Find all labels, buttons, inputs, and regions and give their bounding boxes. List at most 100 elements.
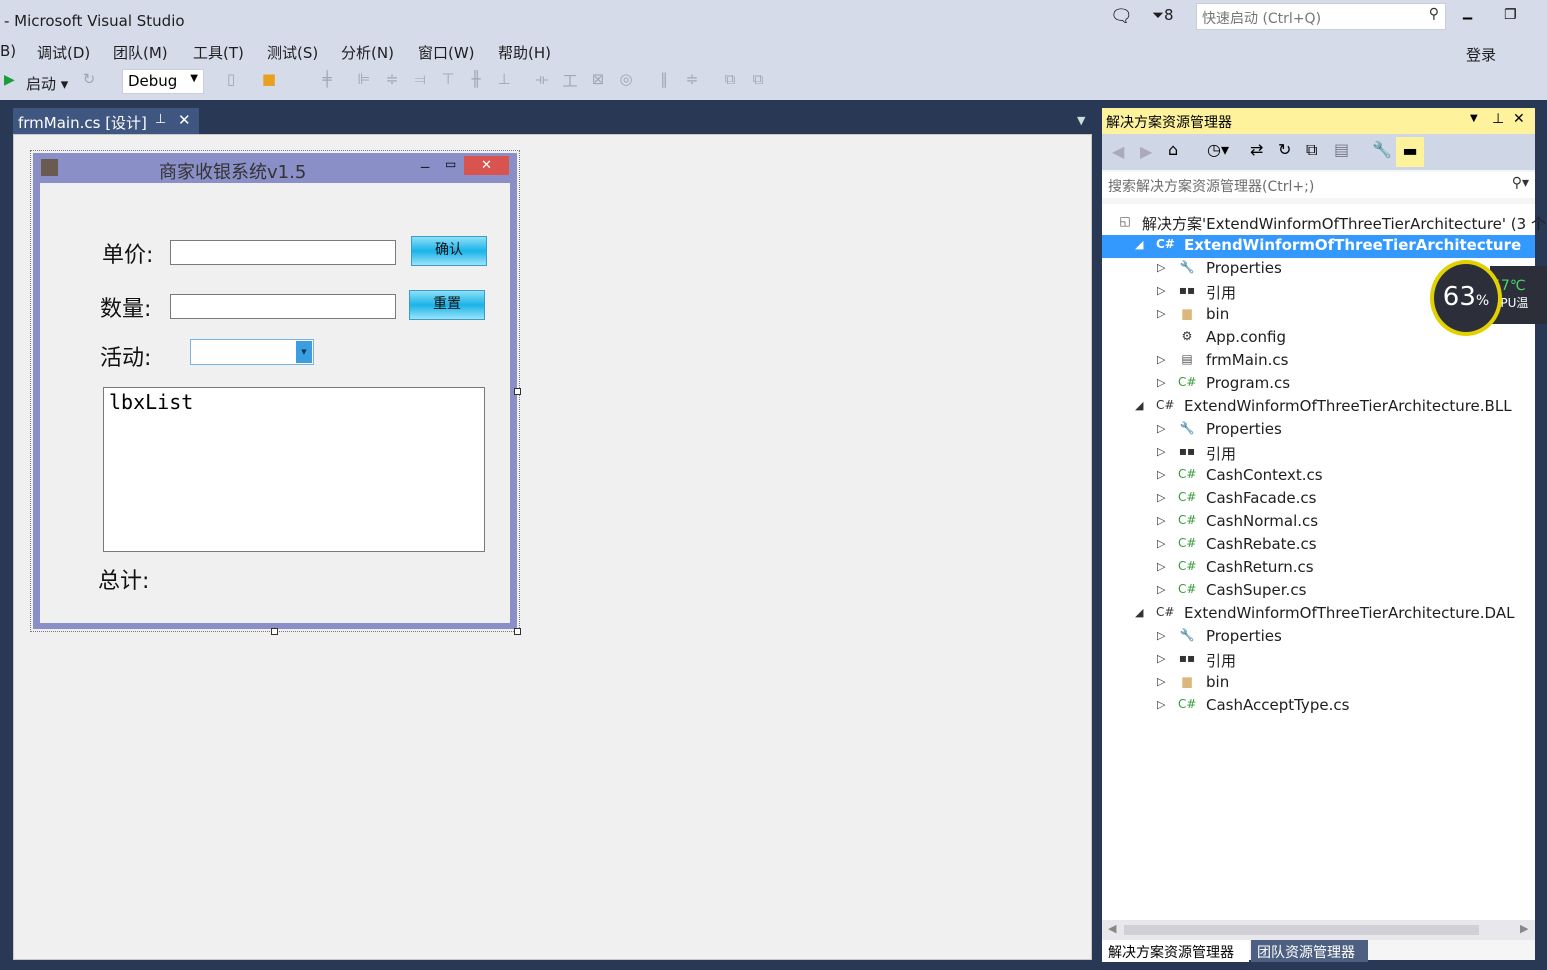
- preview-icon[interactable]: ▬: [1396, 137, 1424, 167]
- expand-icon[interactable]: ▷: [1157, 629, 1165, 642]
- collapse-icon[interactable]: ◢: [1135, 606, 1143, 619]
- collapse-icon[interactable]: ◢: [1135, 238, 1143, 251]
- horizontal-scrollbar[interactable]: ◀ ▶: [1102, 920, 1535, 940]
- tree-item[interactable]: ▷ ▪▪ 引用: [1102, 442, 1535, 465]
- tree-item[interactable]: ▷ 🔧 Properties: [1102, 419, 1535, 442]
- tab-frmmain-design[interactable]: frmMain.cs [设计] ⊥ ✕: [13, 108, 199, 134]
- tree-item[interactable]: ▷ ▤ frmMain.cs: [1102, 350, 1535, 373]
- align-bottom-icon[interactable]: ⊥: [495, 70, 513, 90]
- forward-icon[interactable]: ▶: [1140, 142, 1152, 161]
- expand-icon[interactable]: ▷: [1157, 675, 1165, 688]
- tree-item[interactable]: ▷ C# CashNormal.cs: [1102, 511, 1535, 534]
- tab-solution-explorer[interactable]: 解决方案资源管理器: [1102, 940, 1249, 962]
- same-size-icon[interactable]: ⊠: [589, 70, 607, 90]
- activity-combobox[interactable]: ▼: [190, 339, 314, 365]
- tab-dropdown-icon[interactable]: ▼: [1077, 114, 1085, 127]
- menu-item-window[interactable]: 窗口(W): [418, 42, 475, 63]
- same-width-icon[interactable]: ⟛: [533, 70, 551, 90]
- restore-button[interactable]: ❐: [1504, 7, 1517, 23]
- tree-item[interactable]: ▷ C# CashSuper.cs: [1102, 580, 1535, 603]
- expand-icon[interactable]: ▷: [1157, 422, 1165, 435]
- bring-front-icon[interactable]: ⧉: [721, 70, 739, 90]
- pending-changes-icon[interactable]: ◷▾: [1207, 140, 1229, 159]
- collapse-all-icon[interactable]: ⧉: [1306, 140, 1317, 160]
- minimize-button[interactable]: ‒: [1462, 8, 1473, 27]
- align-center-icon[interactable]: ≑: [383, 70, 401, 90]
- resize-handle-right[interactable]: [514, 388, 521, 395]
- align-right-icon[interactable]: ⫤: [411, 70, 429, 90]
- configuration-select[interactable]: Debug ▼: [122, 69, 204, 94]
- scroll-right-icon[interactable]: ▶: [1520, 922, 1528, 935]
- back-icon[interactable]: ◀: [1112, 142, 1124, 161]
- scrollbar-thumb[interactable]: [1124, 925, 1479, 935]
- tree-item[interactable]: ▷ ▪▪ 引用: [1102, 649, 1535, 672]
- quick-launch-input[interactable]: 快速启动 (Ctrl+Q) ⚲: [1196, 3, 1446, 30]
- close-icon[interactable]: ✕: [1513, 111, 1525, 127]
- expand-icon[interactable]: ▷: [1157, 261, 1165, 274]
- align-grid-icon[interactable]: ╪: [318, 70, 336, 90]
- tree-item[interactable]: ▷ C# CashReturn.cs: [1102, 557, 1535, 580]
- align-top-icon[interactable]: ⊤: [439, 70, 457, 90]
- expand-icon[interactable]: ▷: [1157, 514, 1165, 527]
- tree-item[interactable]: ◢ C# ExtendWinformOfThreeTierArchitecture.…: [1102, 603, 1535, 626]
- tree-item[interactable]: ▷ C# Program.cs: [1102, 373, 1535, 396]
- resize-handle-corner[interactable]: [514, 628, 521, 635]
- home-icon[interactable]: ⌂: [1168, 140, 1178, 159]
- expand-icon[interactable]: ▷: [1157, 698, 1165, 711]
- find-icon[interactable]: ■: [260, 70, 278, 90]
- tree-item[interactable]: ▷ C# CashContext.cs: [1102, 465, 1535, 488]
- menu-item-analyze[interactable]: 分析(N): [341, 42, 394, 63]
- reset-button[interactable]: 重置: [409, 290, 485, 320]
- menu-item-debug[interactable]: 调试(D): [37, 42, 90, 63]
- pin-icon[interactable]: ⊥: [155, 112, 166, 127]
- tree-item[interactable]: ◢ C# ExtendWinformOfThreeTierArchitecture.…: [1102, 396, 1535, 419]
- price-input[interactable]: [170, 240, 396, 265]
- expand-icon[interactable]: ▷: [1157, 376, 1165, 389]
- tree-item[interactable]: ▷ C# CashRebate.cs: [1102, 534, 1535, 557]
- resize-handle-bottom[interactable]: [271, 628, 278, 635]
- notifications[interactable]: ⏷8: [1152, 6, 1174, 24]
- expand-icon[interactable]: ▷: [1157, 353, 1165, 366]
- align-middle-icon[interactable]: ╫: [467, 70, 485, 90]
- tree-item[interactable]: ◢ C# ExtendWinformOfThreeTierArchitecture: [1102, 235, 1535, 258]
- expand-icon[interactable]: ▷: [1157, 284, 1165, 297]
- properties-icon[interactable]: 🔧: [1372, 140, 1392, 159]
- tree-item[interactable]: ▷ ▆ bin: [1102, 672, 1535, 695]
- tree-item[interactable]: ▷ C# CashAcceptType.cs: [1102, 695, 1535, 718]
- start-icon[interactable]: ▶: [4, 72, 15, 88]
- scroll-left-icon[interactable]: ◀: [1108, 922, 1116, 935]
- menu-item-tools[interactable]: 工具(T): [193, 42, 244, 63]
- tree-item[interactable]: ◱ 解决方案'ExtendWinformOfThreeTierArchitectu…: [1102, 212, 1546, 235]
- expand-icon[interactable]: ▷: [1157, 537, 1165, 550]
- vertical-spacing-icon[interactable]: ≑: [683, 70, 701, 90]
- solution-search-input[interactable]: 搜索解决方案资源管理器(Ctrl+;) ⚲▾: [1102, 172, 1535, 198]
- start-button[interactable]: 启动 ▾: [26, 73, 68, 94]
- align-left-icon[interactable]: ⊫: [355, 70, 373, 90]
- chevron-down-icon[interactable]: ▼: [296, 341, 312, 363]
- feedback-icon[interactable]: 🗨: [1110, 6, 1133, 27]
- expand-icon[interactable]: ▷: [1157, 583, 1165, 596]
- refresh-icon[interactable]: ↻: [80, 70, 98, 90]
- horizontal-spacing-icon[interactable]: ‖: [655, 70, 673, 90]
- expand-icon[interactable]: ▷: [1157, 560, 1165, 573]
- expand-icon[interactable]: ▷: [1157, 468, 1165, 481]
- login-link[interactable]: 登录: [1466, 44, 1496, 65]
- pin-icon[interactable]: ⊥: [1492, 111, 1504, 127]
- expand-icon[interactable]: ▷: [1157, 307, 1165, 320]
- tree-item[interactable]: ▷ C# CashFacade.cs: [1102, 488, 1535, 511]
- menu-item-test[interactable]: 测试(S): [267, 42, 318, 63]
- expand-icon[interactable]: ▷: [1157, 445, 1165, 458]
- menu-item-build[interactable]: B): [0, 42, 16, 60]
- tab-order-icon[interactable]: ▯: [222, 70, 240, 90]
- confirm-button[interactable]: 确认: [411, 236, 487, 266]
- expand-icon[interactable]: ▷: [1157, 652, 1165, 665]
- send-back-icon[interactable]: ⧉: [749, 70, 767, 90]
- tree-item[interactable]: ▷ 🔧 Properties: [1102, 626, 1535, 649]
- quantity-input[interactable]: [170, 294, 396, 319]
- show-all-files-icon[interactable]: ▤: [1334, 140, 1349, 159]
- size-to-grid-icon[interactable]: ◎: [617, 70, 635, 90]
- menu-item-help[interactable]: 帮助(H): [498, 42, 551, 63]
- collapse-icon[interactable]: ◢: [1135, 399, 1143, 412]
- list-box[interactable]: lbxList: [103, 387, 485, 552]
- form-frmmain[interactable]: 商家收银系统v1.5 ‒ ▭ ✕ 单价: 确认 数量: 重置 活动: ▼ lbx…: [30, 150, 520, 632]
